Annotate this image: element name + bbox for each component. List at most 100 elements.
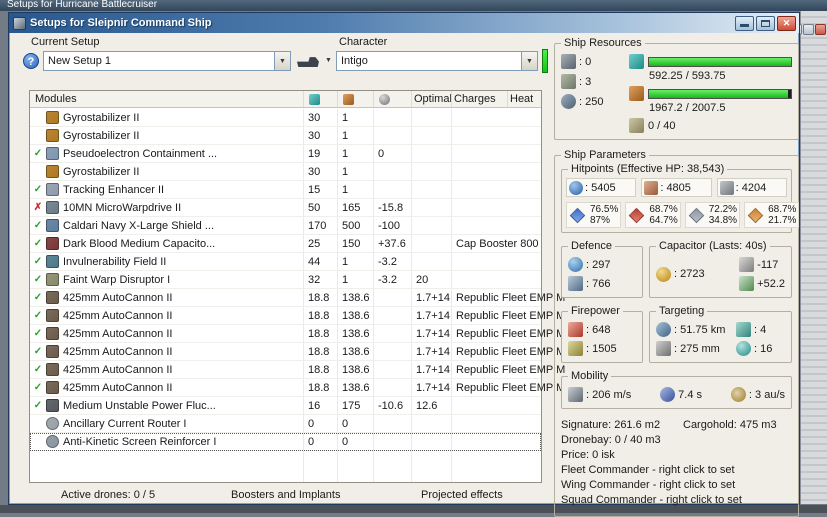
cap-drain-icon <box>739 257 755 272</box>
module-row[interactable]: ✓ 425mm AutoCannon II 18.8 138.6 1.7+14 … <box>30 361 565 379</box>
module-row[interactable]: Gyrostabilizer II 30 1 <box>30 127 541 145</box>
ship-parameters-title: Ship Parameters <box>561 149 649 161</box>
module-cap-value: 0 <box>378 147 385 160</box>
active-drones-panel[interactable]: Active drones: 0 / 5 <box>61 489 155 501</box>
module-powergrid-value: 1 <box>342 273 349 286</box>
modules-table-body: Gyrostabilizer II 30 1 Gyrostabilizer II… <box>30 109 565 482</box>
targeting-title: Targeting <box>656 305 708 317</box>
shield-recharge-icon <box>568 257 583 272</box>
background-window-edge <box>791 11 827 504</box>
defence-title: Defence <box>568 240 615 252</box>
module-optimal-value: 1.7+14 <box>416 327 450 340</box>
module-row[interactable]: ✓ Invulnerability Field II 44 1 -3.2 <box>30 253 541 271</box>
resist-cell: 72.2% 34.8% <box>684 202 741 228</box>
module-charge-value: Cap Booster 800 <box>456 237 539 250</box>
setup-combo[interactable]: New Setup 1 ▼ <box>43 51 291 71</box>
module-cpu-value: 16 <box>308 399 321 412</box>
module-name: Ancillary Current Router I <box>63 417 187 430</box>
module-row[interactable]: ✓ 425mm AutoCannon II 18.8 138.6 1.7+14 … <box>30 307 565 325</box>
offline-cross-icon: ✗ <box>33 202 43 213</box>
character-combo[interactable]: Intigo ▼ <box>336 51 538 71</box>
cpu-bar <box>648 56 792 67</box>
capacitor-column-header[interactable] <box>373 91 411 107</box>
cpu-column-header[interactable] <box>303 91 337 107</box>
minimize-button[interactable] <box>735 15 754 31</box>
close-button[interactable]: ✕ <box>777 15 796 31</box>
module-name: Faint Warp Disruptor I <box>63 273 171 286</box>
module-icon <box>46 183 59 196</box>
module-row[interactable]: ✓ Dark Blood Medium Capacito... 25 150 +… <box>30 235 541 253</box>
module-row[interactable]: ✓ Pseudoelectron Containment ... 19 1 0 <box>30 145 541 163</box>
module-name: 425mm AutoCannon II <box>63 309 173 322</box>
module-cpu-value: 44 <box>308 255 321 268</box>
module-row[interactable]: ✓ 425mm AutoCannon II 18.8 138.6 1.7+14 … <box>30 325 565 343</box>
calibration-icon <box>629 118 644 133</box>
module-cap-value: -100 <box>378 219 401 232</box>
module-icon <box>46 129 59 142</box>
chevron-down-icon[interactable]: ▼ <box>521 52 537 70</box>
wing-commander-slot[interactable]: Wing Commander - right click to set <box>561 478 792 493</box>
module-icon <box>46 255 59 268</box>
module-row[interactable]: ✓ Tracking Enhancer II 15 1 <box>30 181 541 199</box>
module-cpu-value: 32 <box>308 273 321 286</box>
background-close-button[interactable] <box>815 24 826 35</box>
defence-value-1: : 297 <box>586 258 611 271</box>
ship-icon <box>297 57 319 67</box>
resistances-row: 76.5% 87% 68.7% 64.7% 72.2% 34.8% 68.7% … <box>566 202 800 228</box>
resist-cell: 76.5% 87% <box>566 202 622 228</box>
module-row[interactable]: ✓ 425mm AutoCannon II 18.8 138.6 1.7+14 … <box>30 379 565 397</box>
charges-column-header[interactable]: Charges <box>451 91 507 107</box>
boosters-implants-panel[interactable]: Boosters and Implants <box>231 489 340 501</box>
drone-icon <box>561 94 576 109</box>
powergrid-column-header[interactable] <box>337 91 373 107</box>
module-cap-value: -3.2 <box>378 273 397 286</box>
align-time-icon <box>660 387 676 402</box>
module-name: Gyrostabilizer II <box>63 165 140 178</box>
module-powergrid-value: 175 <box>342 399 361 412</box>
defence-group: Defence : 297 : 766 <box>561 240 643 298</box>
titlebar[interactable]: Setups for Sleipnir Command Ship ✕ <box>9 13 799 33</box>
module-row[interactable]: ✓ 425mm AutoCannon II 18.8 138.6 1.7+14 … <box>30 289 565 307</box>
powergrid-icon <box>343 93 354 105</box>
kinetic-resist-icon <box>688 207 704 223</box>
module-optimal-value: 20 <box>416 273 429 286</box>
module-row[interactable]: Gyrostabilizer II 30 1 <box>30 109 541 127</box>
module-cap-value: -15.8 <box>378 201 404 214</box>
launcher-slots-value: : 3 <box>579 75 592 88</box>
module-icon <box>46 147 59 160</box>
cap-drain-value: -117 <box>757 258 779 271</box>
module-row[interactable]: Anti-Kinetic Screen Reinforcer I 0 0 <box>30 433 541 451</box>
module-row[interactable]: ✓ Medium Unstable Power Fluc... 16 175 -… <box>30 397 541 415</box>
fitted-check-icon: ✓ <box>33 328 43 339</box>
module-row[interactable]: ✓ Caldari Navy X-Large Shield ... 170 50… <box>30 217 541 235</box>
module-cap-value: +37.6 <box>378 237 406 250</box>
module-optimal-value: 1.7+14 <box>416 381 450 394</box>
module-optimal-value: 1.7+14 <box>416 345 450 358</box>
squad-commander-slot[interactable]: Squad Commander - right click to set <box>561 493 792 508</box>
armor-resist-value: 21.7% <box>768 215 797 226</box>
maximize-button[interactable] <box>756 15 775 31</box>
modules-column-header[interactable]: Modules <box>30 93 303 105</box>
optimal-column-header[interactable]: Optimal <box>411 91 452 107</box>
dps-icon <box>568 341 583 356</box>
ship-dropdown-icon[interactable]: ▼ <box>325 57 332 64</box>
module-row[interactable]: Gyrostabilizer II 30 1 <box>30 163 541 181</box>
background-maximize-button[interactable] <box>803 24 814 35</box>
warp-speed-value: : 3 au/s <box>748 388 785 401</box>
hull-hp-icon <box>719 180 734 195</box>
powergrid-bar <box>648 88 792 99</box>
help-button[interactable]: ? <box>23 53 39 69</box>
module-cpu-value: 170 <box>308 219 327 232</box>
heat-column-header[interactable]: Heat <box>507 91 541 107</box>
module-row[interactable]: ✓ 425mm AutoCannon II 18.8 138.6 1.7+14 … <box>30 343 565 361</box>
module-row[interactable]: Ancillary Current Router I 0 0 <box>30 415 541 433</box>
hull-hp-value: : 4204 <box>735 181 767 194</box>
module-row[interactable]: ✗ 10MN MicroWarpdrive II 50 165 -15.8 <box>30 199 541 217</box>
fitted-check-icon: ✓ <box>33 238 43 249</box>
fleet-commander-slot[interactable]: Fleet Commander - right click to set <box>561 463 792 478</box>
targeting-range-value: : 51.75 km <box>674 323 726 336</box>
ship-browser-button[interactable] <box>297 51 323 71</box>
projected-effects-panel[interactable]: Projected effects <box>421 489 503 501</box>
module-row[interactable]: ✓ Faint Warp Disruptor I 32 1 -3.2 20 <box>30 271 541 289</box>
chevron-down-icon[interactable]: ▼ <box>274 52 290 70</box>
